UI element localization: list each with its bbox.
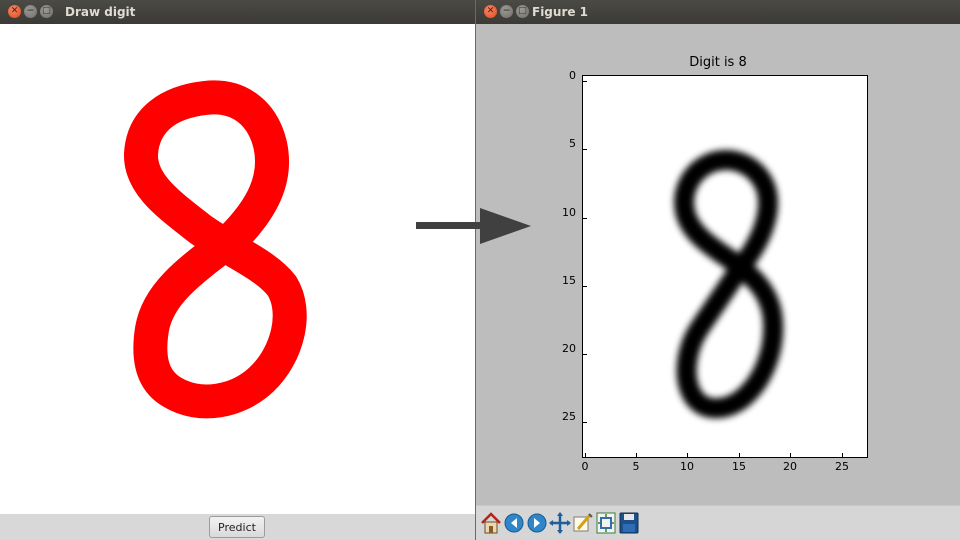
- x-tick-mark: [687, 453, 688, 458]
- x-tick-label: 0: [581, 460, 589, 473]
- y-tick-label: 25: [562, 410, 576, 423]
- y-tick-mark: [582, 149, 587, 150]
- maximize-icon[interactable]: □: [40, 5, 53, 18]
- minimize-icon[interactable]: −: [24, 5, 37, 18]
- navigation-toolbar: [476, 505, 960, 540]
- y-tick-label: 20: [562, 342, 576, 355]
- minimize-icon[interactable]: −: [500, 5, 513, 18]
- draw-window-titlebar[interactable]: ✕ − □ Draw digit: [0, 0, 475, 24]
- figure-canvas: Digit is 8 0 5 10 15 20 25 0 5 10 15 20 …: [476, 24, 960, 505]
- x-tick-mark: [585, 453, 586, 458]
- x-tick-label: 10: [680, 460, 694, 473]
- draw-digit-window: ✕ − □ Draw digit Predict: [0, 0, 475, 540]
- button-bar: Predict: [0, 514, 475, 540]
- forward-icon[interactable]: [526, 511, 548, 535]
- home-icon[interactable]: [480, 511, 502, 535]
- right-arrow-icon: [416, 208, 531, 244]
- y-tick-mark: [582, 218, 587, 219]
- y-tick-label: 5: [569, 137, 576, 150]
- back-icon[interactable]: [503, 511, 525, 535]
- zoom-icon[interactable]: [572, 511, 594, 535]
- x-tick-mark: [739, 453, 740, 458]
- figure-window-titlebar[interactable]: ✕ − □ Figure 1: [476, 0, 960, 24]
- x-tick-mark: [636, 453, 637, 458]
- y-tick-mark: [582, 422, 587, 423]
- y-tick-mark: [582, 286, 587, 287]
- x-tick-label: 15: [732, 460, 746, 473]
- y-tick-label: 0: [569, 69, 576, 82]
- save-icon[interactable]: [618, 511, 640, 535]
- close-icon[interactable]: ✕: [484, 5, 497, 18]
- y-tick-label: 10: [562, 206, 576, 219]
- x-tick-label: 20: [783, 460, 797, 473]
- window-title: Figure 1: [532, 5, 589, 19]
- figure-window: ✕ − □ Figure 1 Digit is 8 0 5 10 15 20 2…: [476, 0, 960, 540]
- window-title: Draw digit: [65, 5, 136, 19]
- handdrawn-digit-stroke: [124, 80, 307, 419]
- rendered-digit-image: [674, 150, 784, 419]
- close-icon[interactable]: ✕: [8, 5, 21, 18]
- x-tick-mark: [790, 453, 791, 458]
- x-tick-label: 5: [632, 460, 640, 473]
- predict-button[interactable]: Predict: [209, 516, 265, 538]
- y-tick-mark: [582, 354, 587, 355]
- y-tick-label: 15: [562, 274, 576, 287]
- y-tick-mark: [582, 81, 587, 82]
- image-axes[interactable]: [582, 75, 868, 458]
- configure-subplots-icon[interactable]: [595, 511, 617, 535]
- drawing-canvas[interactable]: [0, 24, 475, 514]
- x-tick-mark: [842, 453, 843, 458]
- x-tick-label: 25: [835, 460, 849, 473]
- maximize-icon[interactable]: □: [516, 5, 529, 18]
- pan-icon[interactable]: [549, 511, 571, 535]
- plot-title: Digit is 8: [689, 55, 747, 70]
